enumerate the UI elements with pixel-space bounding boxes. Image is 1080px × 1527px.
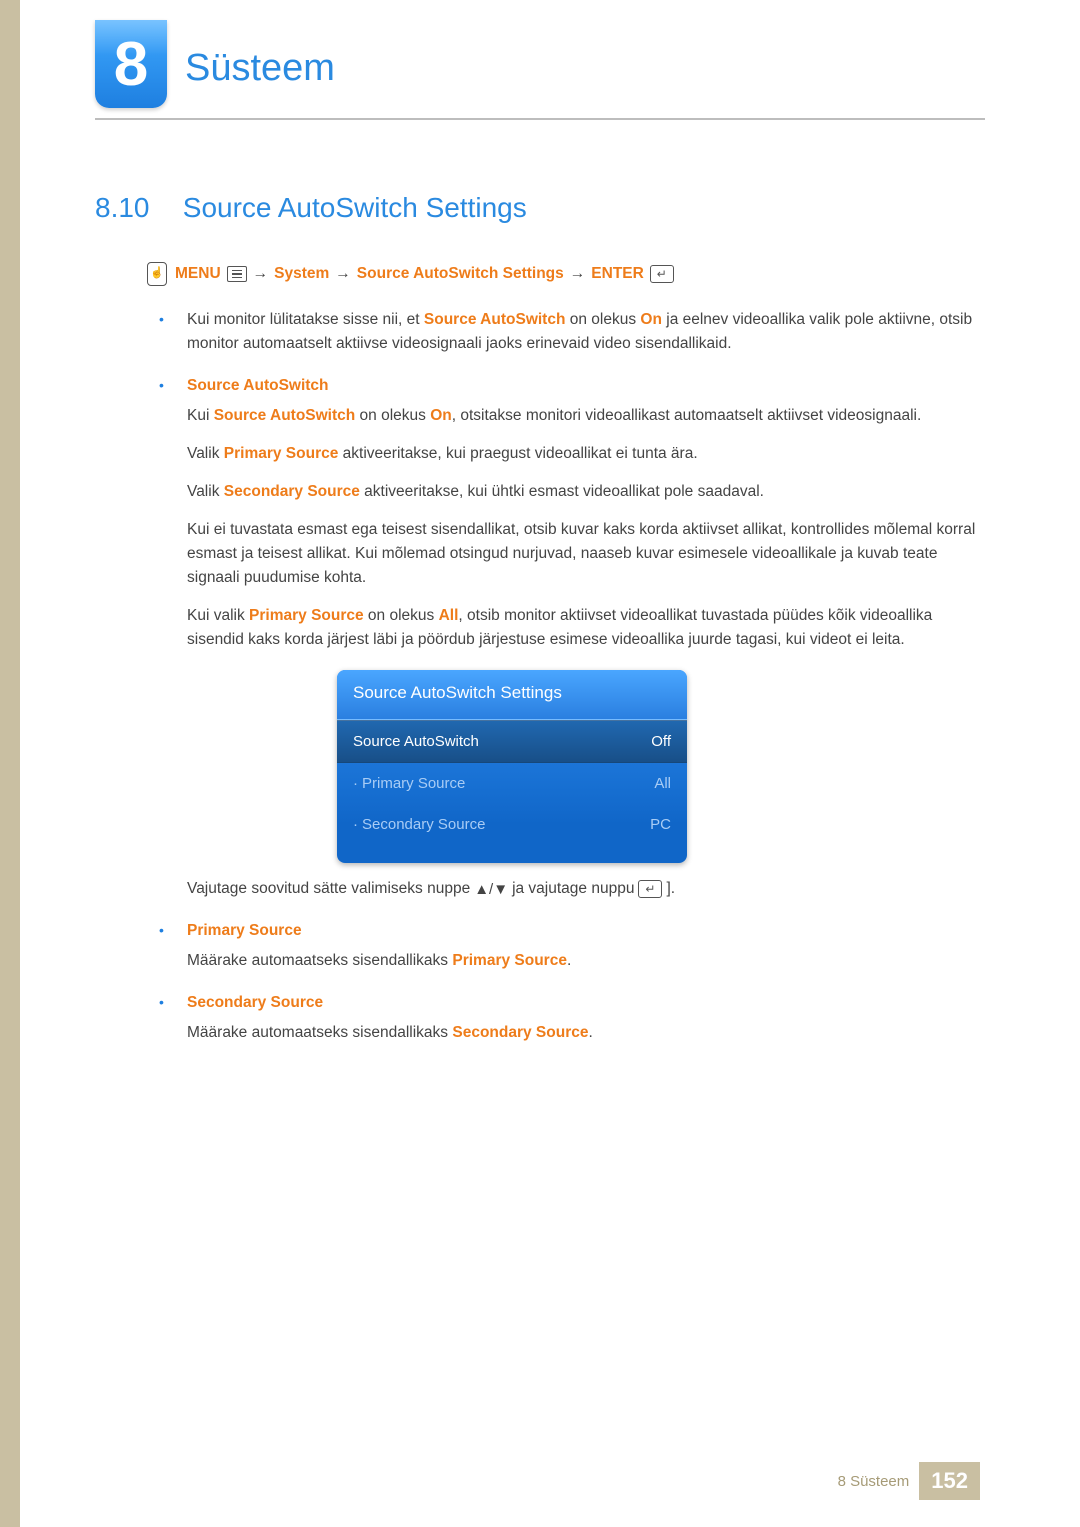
menu-path: ☝ MENU → System → Source AutoSwitch Sett… (145, 262, 985, 286)
text: Kui ei tuvastata esmast ega teisest sise… (187, 518, 985, 590)
text: on olekus (364, 607, 439, 624)
text: aktiveeritakse, kui ühtki esmast videoal… (360, 483, 764, 500)
bullet-secondary-source: Secondary Source Määrake automaatseks si… (145, 991, 985, 1045)
text: aktiveeritakse, kui praegust videoallika… (338, 445, 697, 462)
term: Source AutoSwitch (424, 311, 566, 328)
row-value: All (654, 772, 671, 795)
section-number: 8.10 (95, 192, 175, 224)
section-heading: 8.10 Source AutoSwitch Settings (95, 192, 527, 224)
row-value: PC (650, 813, 671, 836)
header-rule (95, 118, 985, 120)
footer-chapter: 8 Süsteem (838, 1473, 910, 1490)
text: . (567, 952, 571, 969)
chapter-title: Süsteem (185, 47, 335, 90)
panel-row[interactable]: ·Primary Source All (337, 763, 687, 804)
term: Primary Source (249, 607, 364, 624)
bullet-source-autoswitch: Source AutoSwitch Kui Source AutoSwitch … (145, 374, 985, 901)
menu-label: MENU (175, 262, 221, 286)
row-value: Off (651, 730, 671, 753)
term: Source AutoSwitch (214, 407, 356, 424)
arrow-icon: → (570, 262, 586, 286)
text: on olekus (565, 311, 640, 328)
term: Secondary Source (224, 483, 360, 500)
remote-icon: ☝ (147, 262, 167, 286)
text: ]. (666, 877, 675, 901)
menu-button-icon (227, 266, 247, 282)
text: Kui monitor lülitatakse sisse nii, et (187, 311, 424, 328)
arrow-icon: → (335, 262, 351, 286)
text: Valik (187, 483, 224, 500)
chapter-badge: 8 (95, 20, 167, 108)
page-footer: 8 Süsteem 152 (0, 1461, 1080, 1501)
settings-panel: Source AutoSwitch Settings Source AutoSw… (337, 670, 687, 863)
section-title: Source AutoSwitch Settings (183, 192, 527, 223)
chapter-number: 8 (114, 29, 148, 100)
sub-heading: Primary Source (187, 919, 985, 943)
arrow-icon: → (253, 262, 269, 286)
enter-label: ENTER (591, 262, 644, 286)
page-number: 152 (919, 1462, 980, 1500)
panel-title: Source AutoSwitch Settings (337, 670, 687, 719)
text: Kui (187, 407, 214, 424)
text: , otsitakse monitori videoallikast autom… (452, 407, 922, 424)
bullet-primary-source: Primary Source Määrake automaatseks sise… (145, 919, 985, 973)
text: ja vajutage nuppu (512, 877, 634, 901)
text: Kui valik (187, 607, 249, 624)
term: On (640, 311, 662, 328)
nav-system: System (274, 262, 329, 286)
text: . (588, 1024, 592, 1041)
term: Primary Source (224, 445, 339, 462)
row-label: Secondary Source (362, 816, 485, 833)
text: Vajutage soovitud sätte valimiseks nuppe (187, 877, 470, 901)
panel-row-selected[interactable]: Source AutoSwitch Off (337, 720, 687, 763)
enter-icon: ↵ (638, 880, 662, 898)
sub-heading: Source AutoSwitch (187, 374, 985, 398)
row-label: Primary Source (362, 775, 465, 792)
text: Valik (187, 445, 224, 462)
content-area: ☝ MENU → System → Source AutoSwitch Sett… (145, 262, 985, 1063)
term: All (439, 607, 459, 624)
intro-bullet: Kui monitor lülitatakse sisse nii, et So… (145, 308, 985, 356)
chapter-header: 8 Süsteem (95, 20, 335, 108)
sub-heading: Secondary Source (187, 991, 985, 1015)
nav-path: Source AutoSwitch Settings (357, 262, 564, 286)
text: on olekus (355, 407, 430, 424)
term: On (430, 407, 452, 424)
row-label: Source AutoSwitch (353, 730, 479, 753)
text: Määrake automaatseks sisendallikaks (187, 952, 452, 969)
term: Secondary Source (452, 1024, 588, 1041)
panel-row[interactable]: ·Secondary Source PC (337, 804, 687, 845)
enter-icon: ↵ (650, 265, 674, 283)
side-stripe (0, 0, 20, 1527)
term: Primary Source (452, 952, 567, 969)
text: Määrake automaatseks sisendallikaks (187, 1024, 452, 1041)
updown-icon: ▲/▼ (474, 878, 508, 901)
